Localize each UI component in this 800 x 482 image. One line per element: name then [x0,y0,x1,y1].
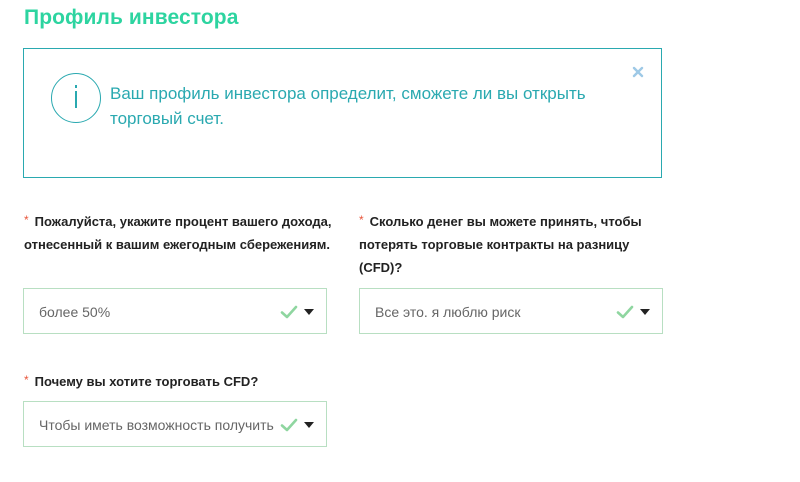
trading-reason-select[interactable]: Чтобы иметь возможность получить [23,401,327,447]
loss-tolerance-select[interactable]: Все это. я люблю риск [359,288,663,334]
chevron-down-icon [304,309,314,315]
info-icon [51,73,101,123]
select-value: Чтобы иметь возможность получить [39,417,274,433]
chevron-down-icon [640,309,650,315]
required-marker: * [24,373,29,387]
required-marker: * [24,213,29,227]
question-text: Сколько денег вы можете принять, чтобы п… [359,214,642,275]
question-savings-percent-label: * Пожалуйста, укажите процент вашего дохо… [24,209,334,256]
select-value: Все это. я люблю риск [375,304,521,320]
info-alert-text: Ваш профиль инвестора определит, сможете… [110,84,586,128]
check-icon [280,305,298,319]
check-icon [280,418,298,432]
select-value: более 50% [39,304,111,320]
savings-percent-select[interactable]: более 50% [23,288,327,334]
question-trading-reason-label: * Почему вы хотите торговать CFD? [24,369,324,393]
investor-profile-page: Профиль инвестора Ваш профиль инвестора … [0,0,800,482]
info-alert: Ваш профиль инвестора определит, сможете… [23,48,662,178]
close-icon[interactable] [632,66,644,78]
chevron-down-icon [304,422,314,428]
question-text: Пожалуйста, укажите процент вашего доход… [24,214,332,252]
question-text: Почему вы хотите торговать CFD? [34,374,259,389]
question-loss-tolerance-label: * Сколько денег вы можете принять, чтобы … [359,209,664,279]
page-title: Профиль инвестора [24,6,239,29]
required-marker: * [359,213,364,227]
check-icon [616,305,634,319]
